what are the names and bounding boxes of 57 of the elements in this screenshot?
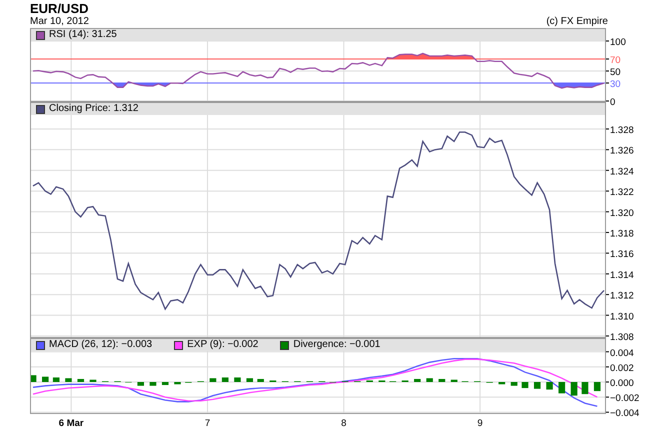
bar	[546, 382, 553, 390]
axis-label: 1.322	[610, 187, 634, 198]
bar	[438, 378, 446, 382]
legend-label: MACD (26, 12): −0.003	[49, 339, 152, 351]
axis-label: −0.004	[610, 408, 640, 420]
bar	[414, 378, 421, 382]
axis-label: 8	[341, 418, 346, 429]
axis-label: 1.316	[610, 249, 634, 260]
axis-label: 30	[610, 79, 621, 90]
axis-label: 0.004	[610, 348, 634, 359]
bar	[150, 382, 156, 386]
bar	[234, 377, 241, 382]
chart-date: Mar 10, 2012	[30, 16, 89, 28]
axis-label: 100	[610, 37, 626, 48]
bar	[594, 382, 601, 392]
axis-label: 1.308	[610, 332, 634, 343]
legend-label: Closing Price: 1.312	[49, 103, 138, 115]
axis-label: 1.326	[610, 146, 634, 157]
axis-label: 1.310	[610, 311, 634, 322]
axis-label: 6 Mar	[58, 418, 84, 429]
axis-label: 0	[610, 97, 616, 108]
axis-label: 7	[204, 418, 210, 429]
axis-label: −0.002	[610, 393, 640, 404]
axis-label: 1.314	[610, 270, 634, 281]
bar	[210, 378, 216, 382]
axis-label: 1.328	[610, 124, 634, 136]
bar	[426, 378, 433, 382]
legend-label: RSI (14): 31.25	[49, 29, 117, 41]
bar	[42, 376, 49, 382]
bar	[570, 382, 578, 396]
chart-title: EUR/USD	[30, 0, 90, 16]
bar	[162, 382, 169, 386]
axis-label: 1.324	[610, 166, 634, 178]
axis-label: 1.318	[610, 228, 634, 240]
axis-label: 1.312	[610, 290, 634, 302]
axis-label: 50	[610, 67, 621, 78]
bar	[582, 382, 588, 394]
bar	[65, 378, 72, 382]
bar	[257, 378, 264, 382]
axis-label: 9	[477, 418, 483, 429]
axis-label: 0.000	[610, 378, 634, 389]
axis-label: 70	[610, 55, 621, 66]
copyright-text: (c) FX Empire	[546, 16, 608, 28]
bar	[31, 375, 36, 382]
bar	[246, 378, 254, 382]
bar	[510, 382, 518, 386]
bar	[222, 377, 228, 382]
legend-label: EXP (9): −0.002	[187, 339, 258, 351]
bar	[522, 382, 528, 388]
legend-label: Divergence: −0.001	[293, 339, 380, 351]
axis-label: 0.002	[610, 362, 634, 374]
bar	[137, 382, 144, 386]
axis-label: 1.320	[610, 208, 634, 219]
bar	[77, 378, 84, 382]
bar	[52, 377, 60, 382]
bar	[534, 382, 541, 389]
bar	[558, 382, 566, 394]
